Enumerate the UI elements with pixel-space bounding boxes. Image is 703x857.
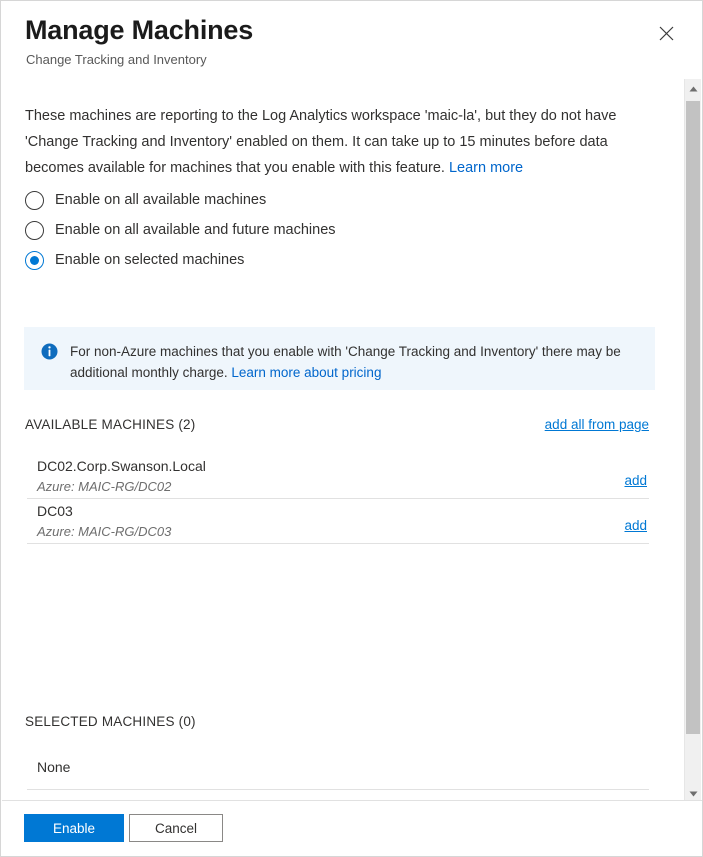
available-machines-title: AVAILABLE MACHINES (2) <box>25 417 196 432</box>
radio-label: Enable on all available machines <box>55 192 267 208</box>
intro-paragraph: These machines are reporting to the Log … <box>25 108 617 176</box>
radio-circle-filled-icon <box>25 250 44 270</box>
radio-label: Enable on selected machines <box>55 252 245 268</box>
page-title: Manage Machines <box>25 15 254 45</box>
scope-radio-group: Enable on all available machines Enable … <box>25 185 336 275</box>
machine-name: DC03 <box>37 503 73 519</box>
pricing-info-text: For non-Azure machines that you enable w… <box>70 341 641 383</box>
dialog-body: These machines are reporting to the Log … <box>2 79 686 801</box>
add-all-from-page-link[interactable]: add all from page <box>545 417 649 432</box>
machine-row[interactable]: DC02.Corp.Swanson.Local Azure: MAIC-RG/D… <box>27 454 649 499</box>
available-machines-header: AVAILABLE MACHINES (2) add all from page <box>25 417 649 432</box>
close-icon <box>659 26 674 41</box>
machine-row[interactable]: DC03 Azure: MAIC-RG/DC03 add <box>27 499 649 544</box>
pricing-info-banner: For non-Azure machines that you enable w… <box>24 327 655 390</box>
scroll-up-button[interactable] <box>685 79 701 96</box>
selected-machines-empty-row: None <box>27 757 649 790</box>
cancel-button[interactable]: Cancel <box>129 814 223 842</box>
enable-button[interactable]: Enable <box>24 814 124 842</box>
selected-machines-header: SELECTED MACHINES (0) <box>25 714 649 729</box>
close-button[interactable] <box>652 19 680 47</box>
learn-more-link[interactable]: Learn more <box>449 160 523 176</box>
available-machines-list: DC02.Corp.Swanson.Local Azure: MAIC-RG/D… <box>27 454 649 544</box>
radio-option-all-available[interactable]: Enable on all available machines <box>25 185 336 215</box>
radio-option-selected-machines[interactable]: Enable on selected machines <box>25 245 336 275</box>
radio-label: Enable on all available and future machi… <box>55 222 336 238</box>
radio-circle-icon <box>25 190 44 210</box>
caret-down-icon <box>689 784 698 802</box>
pricing-learn-more-link[interactable]: Learn more about pricing <box>231 365 381 380</box>
dialog-header: Manage Machines Change Tracking and Inve… <box>1 1 702 79</box>
dialog-footer: Enable Cancel <box>2 800 702 856</box>
selected-machines-title: SELECTED MACHINES (0) <box>25 714 196 729</box>
add-machine-link[interactable]: add <box>624 473 647 488</box>
intro-text: These machines are reporting to the Log … <box>25 103 655 181</box>
scrollbar-thumb[interactable] <box>686 101 700 734</box>
manage-machines-dialog: Manage Machines Change Tracking and Inve… <box>0 0 703 857</box>
radio-option-all-available-and-future[interactable]: Enable on all available and future machi… <box>25 215 336 245</box>
radio-circle-icon <box>25 220 44 240</box>
page-subtitle: Change Tracking and Inventory <box>26 52 207 67</box>
scroll-down-button[interactable] <box>685 784 701 801</box>
vertical-scrollbar[interactable] <box>684 79 701 801</box>
machine-detail: Azure: MAIC-RG/DC02 <box>37 479 172 494</box>
info-circle-icon <box>41 343 58 360</box>
caret-up-icon <box>689 79 698 97</box>
machine-detail: Azure: MAIC-RG/DC03 <box>37 524 172 539</box>
machine-name: DC02.Corp.Swanson.Local <box>37 458 206 474</box>
selected-machines-empty-label: None <box>37 759 71 775</box>
add-machine-link[interactable]: add <box>624 518 647 533</box>
